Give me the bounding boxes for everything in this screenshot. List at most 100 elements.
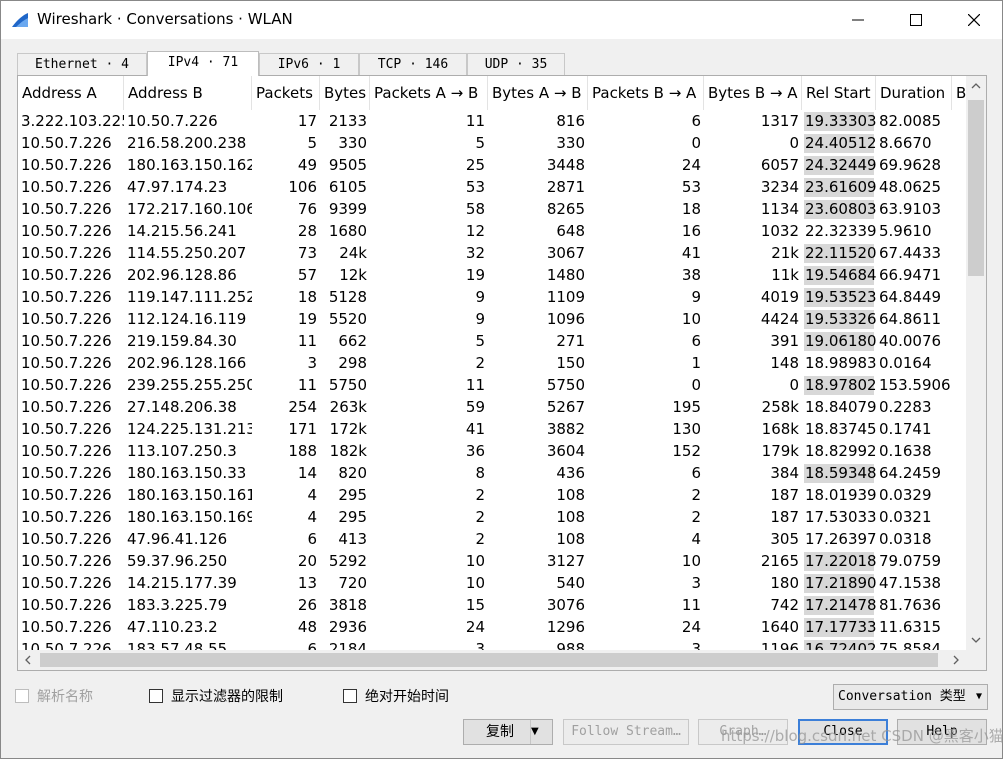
cell-bytes-b-a: 187: [770, 508, 799, 526]
table-row[interactable]: 10.50.7.226 180.163.150.161 4 295 2 108 2 187 18…: [18, 484, 966, 506]
close-window-button[interactable]: [945, 1, 1003, 39]
cell-address-b: 27.148.206.38: [127, 398, 237, 416]
cell-bytes-a-b: 1296: [546, 618, 585, 636]
table-row[interactable]: 10.50.7.226 14.215.56.241 28 1680 12 648 16 103…: [18, 220, 966, 242]
cell-packets: 20: [297, 552, 317, 570]
column-header-bytes-a-b[interactable]: Bytes A → B: [488, 76, 588, 110]
cell-bytes-b-a: 11k: [771, 266, 799, 284]
cell-bytes-b-a: 1640: [760, 618, 799, 636]
column-header-address-a[interactable]: ︿ Address A: [18, 76, 124, 110]
vertical-scroll-thumb[interactable]: [968, 100, 984, 276]
column-header-packets-b-a[interactable]: Packets B → A: [588, 76, 704, 110]
limit-to-filter-checkbox[interactable]: 显示过滤器的限制: [149, 687, 283, 705]
table-row[interactable]: 10.50.7.226 172.217.160.106 76 9399 58 8265 18…: [18, 198, 966, 220]
table-row[interactable]: 10.50.7.226 180.163.150.33 14 820 8 436 6 384 18…: [18, 462, 966, 484]
cell-bytes: 3818: [328, 596, 367, 614]
table-row[interactable]: 3.222.103.225 10.50.7.226 17 2133 11 816 6 1317…: [18, 110, 966, 132]
window-title: Wireshark · Conversations · WLAN: [37, 10, 293, 28]
table-row[interactable]: 10.50.7.226 119.147.111.252 18 5128 9 1109 9 40…: [18, 286, 966, 308]
cell-rel-start: 19.535235: [805, 288, 876, 306]
table-row[interactable]: 10.50.7.226 47.97.174.23 106 6105 53 2871 53 32…: [18, 176, 966, 198]
cell-rel-start: 18.837457: [805, 420, 876, 438]
scroll-left-icon[interactable]: [18, 650, 38, 670]
horizontal-scrollbar[interactable]: [18, 650, 966, 670]
cell-address-b: 113.107.250.3: [127, 442, 237, 460]
cell-address-a: 10.50.7.226: [21, 288, 112, 306]
scroll-right-icon[interactable]: [946, 650, 966, 670]
vertical-scrollbar[interactable]: [966, 76, 986, 650]
cell-duration: 69.9628: [879, 156, 942, 174]
table-row[interactable]: 10.50.7.226 47.110.23.2 48 2936 24 1296 24 1640…: [18, 616, 966, 638]
table-row[interactable]: 10.50.7.226 14.215.177.39 13 720 10 540 3 180 17…: [18, 572, 966, 594]
table-row[interactable]: 10.50.7.226 239.255.255.250 11 5750 11 5750 0 0…: [18, 374, 966, 396]
cell-address-a: 10.50.7.226: [21, 266, 112, 284]
column-header-address-b[interactable]: Address B: [124, 76, 252, 110]
horizontal-scroll-thumb[interactable]: [40, 653, 938, 667]
table-row[interactable]: 10.50.7.226 183.57.48.55 6 2184 3 988 3 1196 16.…: [18, 638, 966, 650]
absolute-start-checkbox[interactable]: 绝对开始时间: [343, 687, 449, 705]
tab-ipv4[interactable]: IPv4 · 71: [147, 51, 259, 76]
cell-rel-start: 23.608031: [805, 200, 876, 218]
cell-bytes-b-a: 148: [770, 354, 799, 372]
tab-ipv6[interactable]: IPv6 · 1: [259, 53, 359, 75]
table-row[interactable]: 10.50.7.226 216.58.200.238 5 330 5 330 0 0 24.40…: [18, 132, 966, 154]
chevron-down-icon: ▼: [975, 691, 982, 702]
cell-packets-b-a: 38: [681, 266, 701, 284]
column-header-packets[interactable]: Packets: [252, 76, 320, 110]
copy-button[interactable]: 复制 ▼: [463, 719, 553, 745]
cell-bytes: 295: [338, 486, 367, 504]
scroll-down-icon[interactable]: [966, 630, 986, 650]
conversation-table[interactable]: ︿ Address A Address B Packets Bytes Pack…: [17, 75, 987, 671]
table-row[interactable]: 10.50.7.226 202.96.128.86 57 12k 19 1480 38 11k…: [18, 264, 966, 286]
cell-bytes-b-a: 21k: [771, 244, 799, 262]
cell-rel-start: 16.724020: [805, 640, 876, 650]
column-header-bytes-b-a[interactable]: Bytes B → A: [704, 76, 802, 110]
table-row[interactable]: 10.50.7.226 113.107.250.3 188 182k 36 3604 152…: [18, 440, 966, 462]
table-row[interactable]: 10.50.7.226 59.37.96.250 20 5292 10 3127 10 216…: [18, 550, 966, 572]
cell-duration: 48.0625: [879, 178, 942, 196]
follow-stream-button[interactable]: Follow Stream…: [563, 719, 689, 745]
scroll-up-icon[interactable]: [966, 76, 986, 96]
table-row[interactable]: 10.50.7.226 114.55.250.207 73 24k 32 3067 41 21…: [18, 242, 966, 264]
table-row[interactable]: 10.50.7.226 219.159.84.30 11 662 5 271 6 391 19.…: [18, 330, 966, 352]
tab-tcp[interactable]: TCP · 146: [359, 53, 467, 75]
conversation-type-dropdown[interactable]: Conversation 类型 ▼: [833, 684, 988, 710]
table-row[interactable]: 10.50.7.226 180.163.150.162 49 9505 25 3448 24…: [18, 154, 966, 176]
cell-bytes-a-b: 436: [556, 464, 585, 482]
cell-duration: 11.6315: [879, 618, 942, 636]
cell-duration: 64.2459: [879, 464, 942, 482]
cell-rel-start: 19.546843: [805, 266, 876, 284]
minimize-button[interactable]: [829, 1, 887, 39]
cell-bytes: 12k: [339, 266, 367, 284]
resolve-names-checkbox[interactable]: 解析名称: [15, 687, 93, 705]
cell-packets-a-b: 9: [475, 288, 485, 306]
cell-packets-b-a: 11: [681, 596, 701, 614]
table-row[interactable]: 10.50.7.226 183.3.225.79 26 3818 15 3076 11 742…: [18, 594, 966, 616]
table-row[interactable]: 10.50.7.226 202.96.128.166 3 298 2 150 1 148 18.…: [18, 352, 966, 374]
cell-address-a: 10.50.7.226: [21, 618, 112, 636]
tab-udp[interactable]: UDP · 35: [467, 53, 565, 75]
column-header-bytes[interactable]: Bytes: [320, 76, 370, 110]
tab-ethernet[interactable]: Ethernet · 4: [17, 53, 147, 75]
table-row[interactable]: 10.50.7.226 27.148.206.38 254 263k 59 5267 195…: [18, 396, 966, 418]
cell-packets-a-b: 36: [465, 442, 485, 460]
cell-duration: 75.8584: [879, 640, 942, 650]
cell-bytes-a-b: 3076: [546, 596, 585, 614]
cell-packets-a-b: 5: [475, 332, 485, 350]
cell-address-a: 10.50.7.226: [21, 508, 112, 526]
copy-dropdown-icon[interactable]: ▼: [530, 720, 552, 744]
column-header-packets-a-b[interactable]: Packets A → B: [370, 76, 488, 110]
table-row[interactable]: 10.50.7.226 112.124.16.119 19 5520 9 1096 10 44…: [18, 308, 966, 330]
cell-packets: 73: [297, 244, 317, 262]
maximize-icon: [910, 14, 922, 26]
table-row[interactable]: 10.50.7.226 124.225.131.213 171 172k 41 3882 1…: [18, 418, 966, 440]
column-header-rel-start[interactable]: Rel Start: [802, 76, 876, 110]
table-row[interactable]: 10.50.7.226 47.96.41.126 6 413 2 108 4 305 17.26…: [18, 528, 966, 550]
cell-bytes-b-a: 1134: [760, 200, 799, 218]
column-header-duration[interactable]: Duration: [876, 76, 952, 110]
table-row[interactable]: 10.50.7.226 180.163.150.169 4 295 2 108 2 187 17…: [18, 506, 966, 528]
cell-address-b: 10.50.7.226: [127, 112, 218, 130]
maximize-button[interactable]: [887, 1, 945, 39]
cell-packets-b-a: 0: [691, 134, 701, 152]
cell-address-a: 10.50.7.226: [21, 222, 112, 240]
